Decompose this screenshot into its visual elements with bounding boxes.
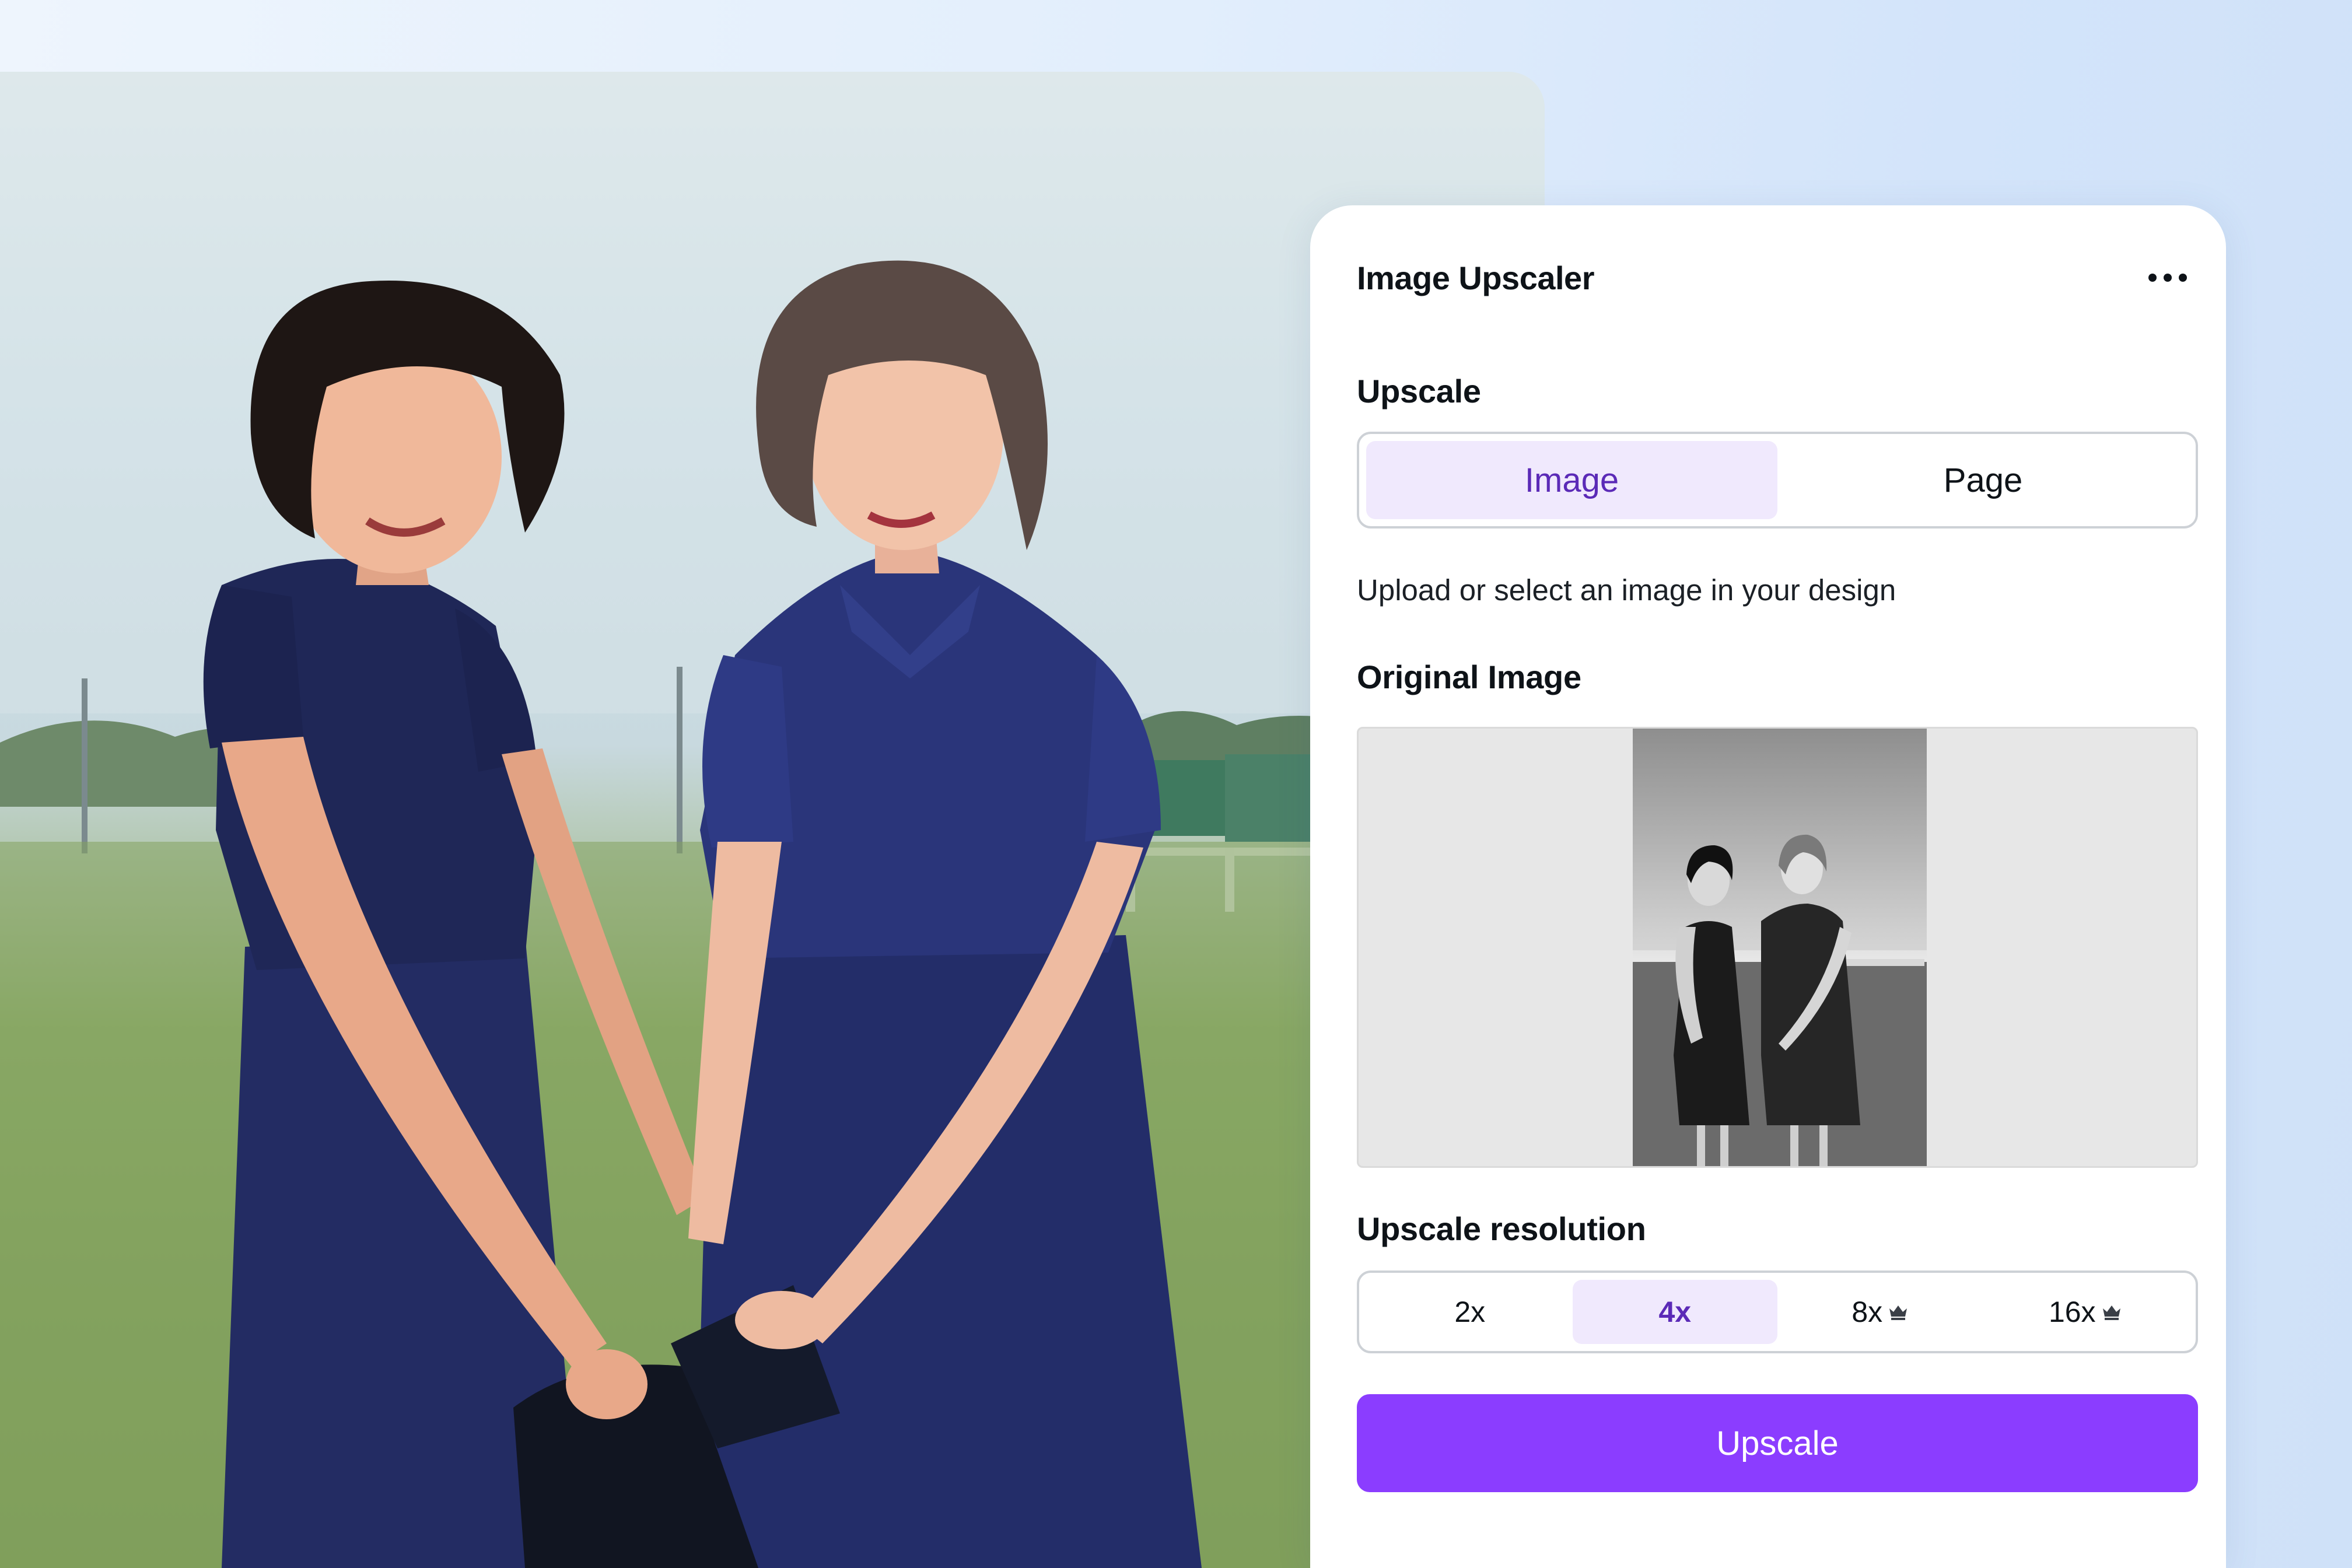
crown-icon xyxy=(1889,1306,1908,1320)
upscale-target-toggle: Image Page xyxy=(1357,432,2198,528)
resolution-option-4x[interactable]: 4x xyxy=(1572,1280,1777,1344)
more-horizontal-icon xyxy=(2148,274,2157,282)
original-image-label: Original Image xyxy=(1357,659,1581,695)
resolution-option-label: 8x xyxy=(1852,1296,1883,1328)
resolution-option-16x[interactable]: 16x xyxy=(1983,1280,2188,1344)
upscale-section-label: Upscale xyxy=(1357,373,1481,410)
resolution-option-label: 4x xyxy=(1658,1296,1692,1328)
upscale-option-image[interactable]: Image xyxy=(1366,441,1777,519)
upload-hint: Upload or select an image in your design xyxy=(1357,573,1896,607)
resolution-option-2x[interactable]: 2x xyxy=(1367,1280,1573,1344)
upscale-option-page[interactable]: Page xyxy=(1777,441,2189,519)
more-horizontal-icon-dot xyxy=(2164,274,2172,282)
resolution-option-label: 2x xyxy=(1454,1296,1486,1328)
resolution-option-label: 16x xyxy=(2048,1296,2096,1328)
upscale-resolution-label: Upscale resolution xyxy=(1357,1210,1646,1247)
more-horizontal-icon-dot xyxy=(2179,274,2187,282)
original-bw-thumbnail xyxy=(1633,729,1927,1166)
image-upscaler-panel: Image Upscaler Upscale Image Page Upload… xyxy=(1310,205,2226,1568)
resolution-option-8x[interactable]: 8x xyxy=(1777,1280,1983,1344)
panel-title: Image Upscaler xyxy=(1357,260,1594,296)
crown-icon xyxy=(2102,1306,2120,1320)
more-options-button[interactable] xyxy=(2142,259,2193,296)
upscale-button[interactable]: Upscale xyxy=(1357,1394,2198,1492)
resolution-selector: 2x 4x 8x 16x xyxy=(1357,1270,2198,1353)
original-image-preview[interactable] xyxy=(1357,727,2198,1168)
